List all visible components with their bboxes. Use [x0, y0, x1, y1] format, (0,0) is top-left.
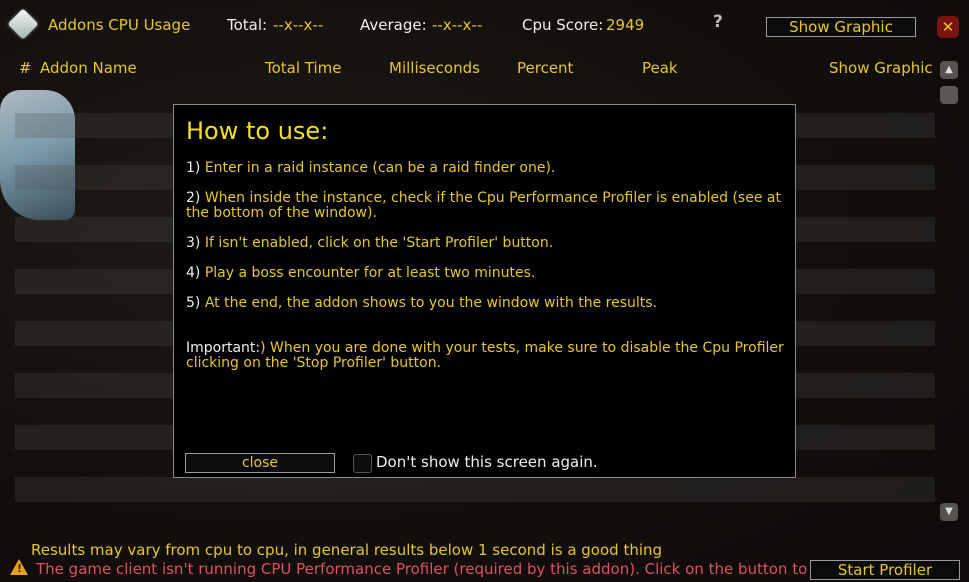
step-number: 4) [186, 265, 201, 281]
start-profiler-button[interactable]: Start Profiler [810, 560, 960, 580]
results-note: Results may vary from cpu to cpu, in gen… [31, 541, 663, 559]
dont-show-again-checkbox[interactable] [353, 454, 372, 473]
step-text: If isn't enabled, click on the 'Start Pr… [200, 235, 554, 251]
column-header-index[interactable]: # [19, 59, 32, 77]
instruction-step: 5) At the end, the addon shows to you th… [186, 296, 786, 311]
cpu-score-label: Cpu Score: [522, 16, 604, 34]
how-to-use-dialog: How to use: 1) Enter in a raid instance … [173, 104, 796, 478]
step-text: When inside the instance, check if the C… [186, 190, 781, 221]
instruction-step: 2) When inside the instance, check if th… [186, 191, 786, 221]
column-header-addon-name[interactable]: Addon Name [40, 59, 137, 77]
column-header-show-graphic[interactable]: Show Graphic [829, 59, 933, 77]
table-row [15, 477, 935, 502]
step-text: ) When you are done with your tests, mak… [186, 340, 784, 371]
window-title: Addons CPU Usage [48, 16, 191, 34]
step-number: 2) [186, 190, 201, 206]
step-text: At the end, the addon shows to you the w… [200, 295, 657, 311]
profiler-warning-text: The game client isn't running CPU Perfor… [36, 560, 836, 578]
scroll-up-button[interactable]: ▲ [940, 61, 958, 79]
dont-show-again-label[interactable]: Don't show this screen again. [376, 453, 598, 471]
instruction-step: 3) If isn't enabled, click on the 'Start… [186, 236, 786, 251]
column-header-peak[interactable]: Peak [642, 59, 678, 77]
step-number: 3) [186, 235, 201, 251]
instruction-step: 1) Enter in a raid instance (can be a ra… [186, 161, 786, 176]
step-text: Enter in a raid instance (can be a raid … [200, 160, 556, 176]
warning-icon-mark: ! [17, 562, 23, 575]
cpu-score-value: 2949 [606, 16, 645, 34]
dialog-title: How to use: [186, 117, 329, 145]
column-header-milliseconds[interactable]: Milliseconds [389, 59, 480, 77]
addon-gem-icon [7, 8, 39, 40]
average-label: Average: [360, 16, 427, 34]
show-graphic-button[interactable]: Show Graphic [766, 17, 916, 37]
total-value: --x--x-- [273, 16, 324, 34]
instruction-step: 4) Play a boss encounter for at least tw… [186, 266, 786, 281]
close-button[interactable]: close [185, 453, 335, 473]
important-note: Important:) When you are done with your … [186, 341, 786, 371]
arrow-down-icon: ▼ [945, 506, 953, 517]
average-value: --x--x-- [432, 16, 483, 34]
step-number: 1) [186, 160, 201, 176]
scroll-down-button[interactable]: ▼ [940, 503, 958, 521]
step-number: 5) [186, 295, 201, 311]
scrollbar-thumb[interactable] [940, 86, 958, 104]
column-header-total-time[interactable]: Total Time [265, 59, 342, 77]
close-window-button[interactable]: ✕ [937, 16, 959, 38]
close-icon: ✕ [941, 18, 955, 36]
step-number: Important: [186, 340, 261, 356]
help-icon[interactable]: ? [713, 12, 723, 32]
column-header-percent[interactable]: Percent [517, 59, 573, 77]
background-character [0, 90, 75, 220]
step-text: Play a boss encounter for at least two m… [200, 265, 536, 281]
total-label: Total: [227, 16, 268, 34]
arrow-up-icon: ▲ [945, 64, 953, 75]
